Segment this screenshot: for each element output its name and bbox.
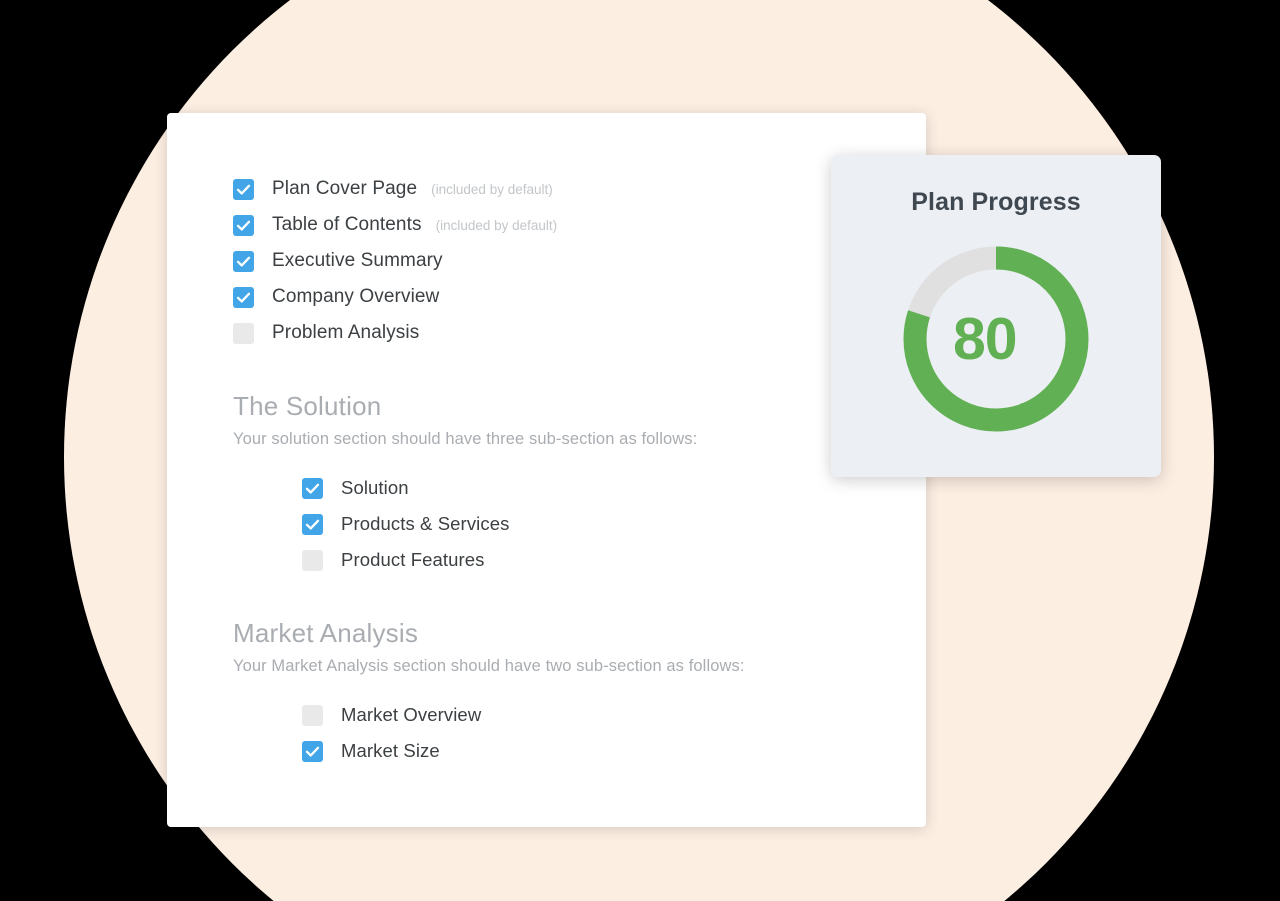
checkbox-sec1-1[interactable] (302, 740, 323, 762)
checkmark-icon (305, 746, 320, 757)
page-root: Plan Cover Page (included by default) Tabl… (0, 0, 1280, 901)
checklist-row-label: Product Features (341, 549, 485, 570)
donut-center-label: 80 % (896, 239, 1096, 439)
sections-container: The Solution Your solution section should… (233, 391, 902, 769)
plan-sections-card: Plan Cover Page (included by default) Tabl… (167, 113, 926, 827)
plan-section: The Solution Your solution section should… (233, 391, 902, 578)
checklist-row-label: Table of Contents (272, 214, 422, 235)
checklist-row[interactable]: Solution (302, 470, 902, 506)
plan-section-title: Market Analysis (233, 618, 419, 648)
checkbox-top-4[interactable] (233, 322, 254, 344)
checklist-content: Plan Cover Page (included by default) Tabl… (233, 171, 902, 769)
checklist-row-label: Market Overview (341, 704, 482, 725)
checkbox-sec1-0[interactable] (302, 704, 323, 726)
checklist-row[interactable]: Problem Analysis (233, 315, 902, 351)
plan-section-items: Market Overview Market Size (233, 697, 902, 769)
checkmark-icon (305, 483, 320, 494)
checkmark-icon (236, 292, 251, 303)
plan-section-subtitle: Your Market Analysis section should have… (233, 657, 745, 675)
checkbox-top-1[interactable] (233, 214, 254, 236)
checkbox-top-3[interactable] (233, 286, 254, 308)
checklist-row[interactable]: Products & Services (302, 506, 902, 542)
plan-section-title: The Solution (233, 391, 382, 421)
checkbox-top-2[interactable] (233, 250, 254, 272)
checklist-row-label: Solution (341, 477, 409, 498)
checklist-row[interactable]: Market Size (302, 733, 902, 769)
plan-progress-card: Plan Progress 80 % (831, 155, 1161, 477)
checklist-row-label: Company Overview (272, 286, 440, 307)
checklist-row[interactable]: Plan Cover Page (included by default) (233, 171, 902, 207)
plan-progress-title: Plan Progress (911, 188, 1081, 216)
checkmark-icon (305, 519, 320, 530)
checkbox-sec0-0[interactable] (302, 477, 323, 499)
checkmark-icon (236, 184, 251, 195)
checklist-row[interactable]: Table of Contents (included by default) (233, 207, 902, 243)
checklist-row[interactable]: Market Overview (302, 697, 902, 733)
checklist-row-label: Market Size (341, 740, 440, 761)
checkmark-icon (236, 256, 251, 267)
checklist-row-label: Products & Services (341, 513, 510, 534)
checklist-row-note: (included by default) (431, 181, 553, 197)
checklist-row-label: Problem Analysis (272, 322, 420, 343)
plan-section-subtitle: Your solution section should have three … (233, 430, 698, 448)
checkbox-sec0-2[interactable] (302, 549, 323, 571)
plan-progress-donut-chart: 80 % (896, 239, 1096, 439)
checklist-row[interactable]: Product Features (302, 542, 902, 578)
progress-value: 80 (952, 305, 1018, 372)
plan-section: Market Analysis Your Market Analysis sect… (233, 618, 902, 769)
top-level-checklist: Plan Cover Page (included by default) Tabl… (233, 171, 902, 351)
checkbox-top-0[interactable] (233, 178, 254, 200)
checklist-row-label: Executive Summary (272, 250, 443, 271)
progress-unit: % (1018, 398, 1040, 424)
checklist-row-note: (included by default) (435, 217, 558, 233)
checkbox-sec0-1[interactable] (302, 513, 323, 535)
checklist-row-label: Plan Cover Page (272, 178, 418, 199)
checklist-row[interactable]: Executive Summary (233, 243, 902, 279)
checklist-row[interactable]: Company Overview (233, 279, 902, 315)
plan-section-items: Solution Products & Services Product Featu… (233, 470, 902, 578)
checkmark-icon (236, 220, 251, 231)
